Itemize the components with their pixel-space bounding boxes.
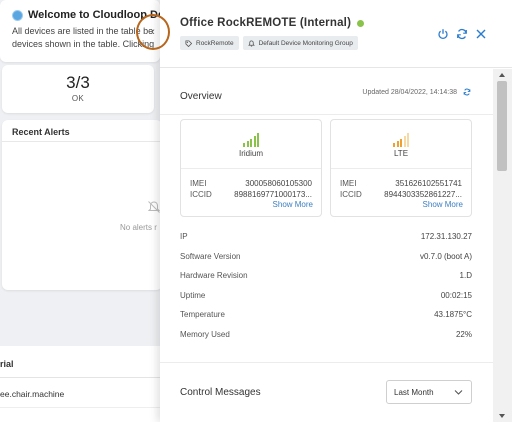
power-icon <box>438 29 448 40</box>
network-name: LTE <box>393 149 409 158</box>
iridium-card: Iridium IMEI 300058060105300 ICCID 8988169… <box>180 119 322 217</box>
iccid-value: 894430335286122​7... <box>384 190 462 199</box>
property-label: Temperature <box>180 310 225 320</box>
alerts-empty-text: No alerts r <box>120 223 157 232</box>
scrollbar-thumb[interactable] <box>497 81 507 171</box>
device-properties: IP 172.31.130.27 Software Version v0.7.0 (… <box>180 227 472 344</box>
bell-icon <box>247 39 255 47</box>
tag-rockremote[interactable]: RockRemote <box>180 36 239 50</box>
globe-icon <box>12 9 23 21</box>
property-row: Software Version v0.7.0 (boot A) <box>180 247 472 267</box>
imei-label: IMEI <box>190 179 207 188</box>
network-name: Iridium <box>238 149 263 158</box>
tag-icon <box>185 39 192 47</box>
device-title: Office RockREMOTE (Internal) <box>180 17 352 29</box>
iccid-label: ICCID <box>340 190 362 199</box>
recent-alerts-title: Recent Alerts <box>2 120 162 142</box>
refresh-icon <box>457 28 467 40</box>
iccid-value: 8988169771000173... <box>234 190 312 199</box>
property-value: 22% <box>455 329 472 339</box>
ok-count: 3/3 <box>66 73 90 92</box>
drawer-header: Office RockREMOTE (Internal) RockRemote … <box>160 0 512 68</box>
ok-summary-card[interactable]: 3/3 OK <box>2 65 154 113</box>
property-label: IP <box>180 232 188 242</box>
property-row: Temperature 43.1875°C <box>180 305 472 325</box>
property-row: IP 172.31.130.27 <box>180 227 472 247</box>
property-row: Memory Used 22% <box>180 325 472 345</box>
chevron-left-icon: ‹ <box>151 26 155 38</box>
refresh-icon[interactable] <box>463 88 471 96</box>
power-button[interactable] <box>437 28 449 40</box>
period-select-value: Last Month <box>394 388 434 397</box>
lte-card: LTE IMEI 351626102551741 ICCID 89443033528… <box>330 119 472 217</box>
tag-monitoring-group[interactable]: Default Device Monitoring Group <box>242 36 358 50</box>
imei-label: IMEI <box>340 179 357 188</box>
tag-label: Default Device Monitoring Group <box>258 39 353 47</box>
show-more-link[interactable]: Show More <box>273 200 313 209</box>
imei-value: 351626102551741 <box>395 179 462 188</box>
property-row: Hardware Revision 1.D <box>180 266 472 286</box>
drawer-scrollbar[interactable] <box>493 69 512 422</box>
table-row[interactable]: ee.chair.machine <box>0 378 160 408</box>
close-button[interactable] <box>475 28 487 40</box>
property-row: Uptime 00:02:15 <box>180 286 472 306</box>
collapse-drawer-button[interactable]: ‹ <box>136 14 170 50</box>
imei-value: 300058060105300 <box>245 179 312 188</box>
property-value: 1.D <box>459 271 472 281</box>
chevron-down-icon <box>454 390 463 395</box>
updated-timestamp: Updated 28/04/2022, 14:14:38 <box>362 88 457 96</box>
property-value: 00:02:15 <box>440 290 472 300</box>
device-detail-drawer: Office RockREMOTE (Internal) RockRemote … <box>160 0 512 422</box>
control-messages-section: Control Messages Last Month <box>160 362 493 422</box>
property-label: Hardware Revision <box>180 271 248 281</box>
overview-header: Overview Updated 28/04/2022, 14:14:38 <box>160 69 493 115</box>
signal-strength-icon <box>181 133 321 147</box>
close-icon <box>476 29 486 39</box>
property-label: Memory Used <box>180 329 230 339</box>
property-label: Software Version <box>180 251 241 261</box>
recent-alerts-panel: Recent Alerts No alerts r <box>2 120 162 290</box>
tag-label: RockRemote <box>196 39 234 47</box>
overview-title: Overview <box>180 91 222 102</box>
property-value: 172.31.130.27 <box>420 232 472 242</box>
scroll-up-arrow[interactable] <box>499 73 505 77</box>
iccid-label: ICCID <box>190 190 212 199</box>
drawer-body: Overview Updated 28/04/2022, 14:14:38 Ir… <box>160 69 493 422</box>
property-value: 43.1875°C <box>434 310 472 320</box>
table-header-serial[interactable]: rial <box>0 346 160 378</box>
signal-strength-icon <box>331 133 471 147</box>
property-value: v0.7.0 (boot A) <box>419 251 472 261</box>
control-messages-title: Control Messages <box>180 387 261 398</box>
property-label: Uptime <box>180 290 206 300</box>
period-select[interactable]: Last Month <box>386 380 472 404</box>
refresh-button[interactable] <box>456 28 468 40</box>
scroll-down-arrow[interactable] <box>499 414 505 418</box>
ok-label: OK <box>71 94 85 103</box>
show-more-link[interactable]: Show More <box>423 200 463 209</box>
bell-off-icon <box>147 201 161 213</box>
device-table: rial ee.chair.machine <box>0 346 160 422</box>
online-status-dot <box>357 19 365 27</box>
